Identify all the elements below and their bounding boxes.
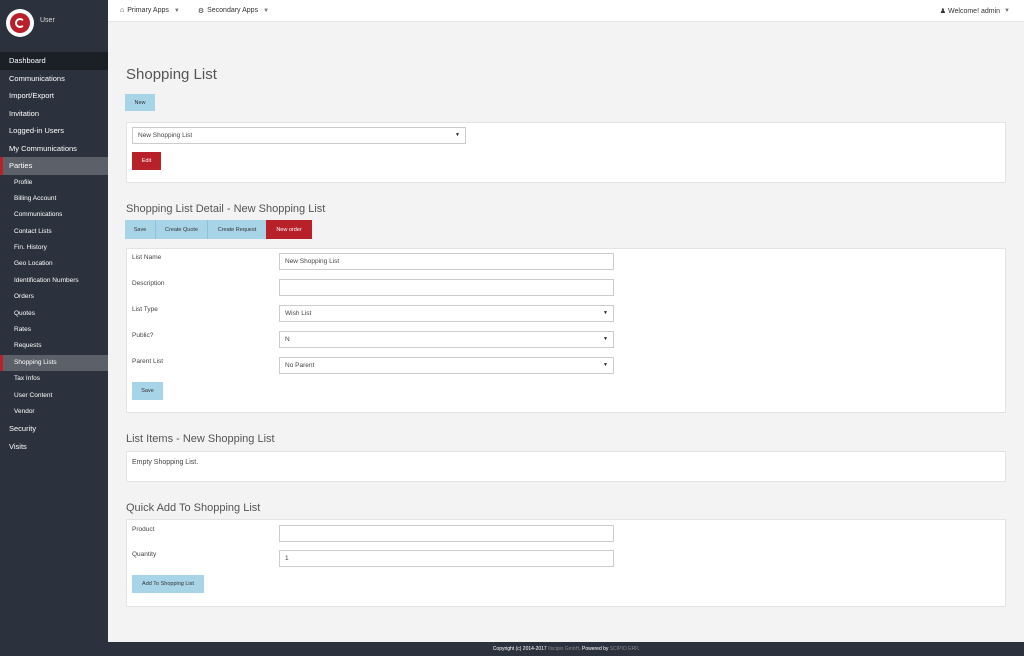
welcome-label: Welcome! admin <box>948 7 1001 15</box>
footer-copyright: Copyright (c) 2014-2017 <box>492 646 547 652</box>
sidebar-subitem-shopping-lists[interactable]: Shopping Lists <box>0 354 108 372</box>
new-order-button[interactable]: New order <box>266 220 312 239</box>
description-input[interactable] <box>279 279 614 296</box>
quantity-input[interactable]: 1 <box>279 550 614 567</box>
sidebar-item-visits[interactable]: Visits <box>0 438 108 456</box>
gear-icon: ⚙ <box>197 7 205 15</box>
sidebar-subitem-geo-location[interactable]: Geo Location <box>0 256 108 272</box>
sidebar-subitem-orders[interactable]: Orders <box>0 289 108 305</box>
primary-apps-label: Primary Apps <box>127 7 169 14</box>
caret-down-icon: ▼ <box>603 336 608 342</box>
sidebar-item-my-communications[interactable]: My Communications <box>0 140 108 158</box>
sidebar-item-import-export[interactable]: Import/Export <box>0 87 108 105</box>
brand-label: User <box>40 16 55 24</box>
sidebar-subitem-communications[interactable]: Communications <box>0 207 108 223</box>
caret-down-icon: ▼ <box>455 132 460 138</box>
caret-down-icon: ▼ <box>603 310 608 316</box>
sidebar-subitem-billing-account[interactable]: Billing Account <box>0 191 108 207</box>
footer-powered-by: . Powered by <box>579 646 609 652</box>
quick-add-panel: Product Quantity 1 Add To Shopping List <box>126 519 1006 607</box>
create-quote-button[interactable]: Create Quote <box>156 220 208 239</box>
detail-form-panel: List Name New Shopping List Description … <box>126 248 1006 413</box>
save-button[interactable]: Save <box>132 382 163 400</box>
sidebar-subitem-rates[interactable]: Rates <box>0 322 108 338</box>
sidebar-item-logged-in-users[interactable]: Logged-in Users <box>0 122 108 140</box>
secondary-apps-menu[interactable]: ⚙ Secondary Apps ▼ <box>198 7 269 15</box>
sidebar-subitem-profile[interactable]: Profile <box>0 175 108 191</box>
chevron-down-icon: ▼ <box>263 7 270 14</box>
shopping-list-select-value: New Shopping List <box>138 132 193 139</box>
detail-section-title: Shopping List Detail - New Shopping List <box>126 203 326 215</box>
empty-list-message: Empty Shopping List. <box>132 459 199 466</box>
sidebar-item-invitation[interactable]: Invitation <box>0 105 108 123</box>
sidebar-item-communications[interactable]: Communications <box>0 70 108 88</box>
list-type-select[interactable]: Wish List ▼ <box>279 305 614 322</box>
sidebar-subitem-requests[interactable]: Requests <box>0 338 108 354</box>
sidebar-subitem-identification-numbers[interactable]: Identification Numbers <box>0 273 108 289</box>
add-to-shopping-list-button[interactable]: Add To Shopping List <box>132 575 204 593</box>
sidebar-item-parties[interactable]: Parties <box>0 157 108 175</box>
sidebar-subitem-tax-infos[interactable]: Tax Infos <box>0 371 108 387</box>
list-type-value: Wish List <box>285 310 312 317</box>
chevron-down-icon: ▼ <box>1004 8 1010 14</box>
user-icon: ♟ <box>939 8 947 15</box>
public-label: Public? <box>132 332 154 339</box>
footer-product-link[interactable]: SCIPIO ERP <box>610 646 638 652</box>
sidebar: User Dashboard Communications Import/Exp… <box>0 0 108 656</box>
shopping-list-select[interactable]: New Shopping List ▼ <box>132 127 466 144</box>
sidebar-subitem-user-content[interactable]: User Content <box>0 388 108 404</box>
new-button[interactable]: New <box>125 94 155 111</box>
sidebar-item-dashboard[interactable]: Dashboard <box>0 52 108 70</box>
chevron-down-icon: ▼ <box>173 7 180 14</box>
quantity-label: Quantity <box>132 551 157 558</box>
brand[interactable]: User <box>0 0 108 46</box>
detail-actions: Save Create Quote Create Request New ord… <box>125 220 312 239</box>
page-title: Shopping List <box>126 66 217 83</box>
sidebar-subitem-fin-history[interactable]: Fin. History <box>0 240 108 256</box>
caret-down-icon: ▼ <box>603 362 608 368</box>
topbar: ⌂ Primary Apps ▼ ⚙ Secondary Apps ▼ ♟ We… <box>108 0 1024 22</box>
sidebar-item-security[interactable]: Security <box>0 420 108 438</box>
product-input[interactable] <box>279 525 614 542</box>
parent-list-select[interactable]: No Parent ▼ <box>279 357 614 374</box>
footer-end: . <box>637 646 640 652</box>
list-select-panel: New Shopping List ▼ Edit <box>126 122 1006 183</box>
user-menu[interactable]: ♟ Welcome! admin ▼ <box>940 0 1010 22</box>
parent-list-value: No Parent <box>285 362 315 369</box>
product-label: Product <box>132 526 155 533</box>
footer-company-link[interactable]: Ilscipio GmbH <box>548 646 579 652</box>
sidebar-subitem-contact-lists[interactable]: Contact Lists <box>0 224 108 240</box>
sidebar-subitem-quotes[interactable]: Quotes <box>0 306 108 322</box>
home-icon: ⌂ <box>120 7 125 14</box>
public-value: N <box>285 336 290 343</box>
footer: Copyright (c) 2014-2017 Ilscipio GmbH. P… <box>108 642 1024 656</box>
public-select[interactable]: N ▼ <box>279 331 614 348</box>
scipio-logo-icon <box>6 9 34 37</box>
list-name-input[interactable]: New Shopping List <box>279 253 614 270</box>
edit-button[interactable]: Edit <box>132 152 161 170</box>
quick-add-section-title: Quick Add To Shopping List <box>126 502 261 514</box>
list-items-panel: Empty Shopping List. <box>126 451 1006 482</box>
description-label: Description <box>132 280 165 287</box>
parent-list-label: Parent List <box>132 358 164 365</box>
secondary-apps-label: Secondary Apps <box>207 7 259 14</box>
sidebar-subitem-vendor[interactable]: Vendor <box>0 404 108 420</box>
save-action-button[interactable]: Save <box>125 220 156 239</box>
list-name-label: List Name <box>132 254 162 261</box>
list-type-label: List Type <box>132 306 158 313</box>
primary-apps-menu[interactable]: ⌂ Primary Apps ▼ <box>120 7 180 14</box>
list-items-section-title: List Items - New Shopping List <box>126 433 275 445</box>
create-request-button[interactable]: Create Request <box>208 220 266 239</box>
